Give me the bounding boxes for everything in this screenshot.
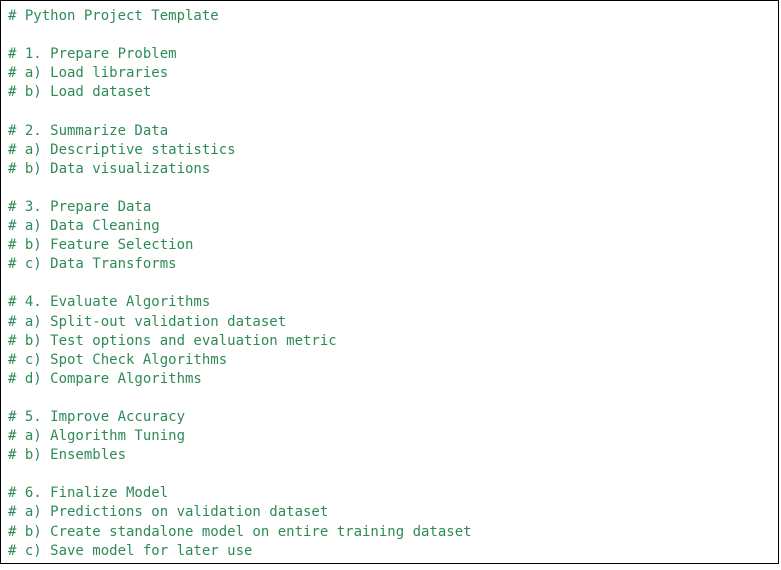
comment-line: # a) Data Cleaning (8, 218, 160, 235)
comment-line: # 2. Summarize Data (8, 122, 169, 139)
comment-line: # a) Load libraries (8, 65, 169, 82)
comment-line: # c) Save model for later use (8, 542, 253, 559)
comment-line: # b) Create standalone model on entire t… (8, 523, 472, 540)
code-listing-frame: # Python Project Template # 1. Prepare Pr… (0, 0, 779, 564)
comment-line: # b) Load dataset (8, 84, 152, 101)
comment-line: # Python Project Template (8, 8, 219, 24)
comment-line: # b) Ensembles (8, 447, 127, 464)
comment-line: # b) Data visualizations (8, 160, 211, 177)
comment-line: # c) Data Transforms (8, 256, 177, 273)
comment-line: # 1. Prepare Problem (8, 46, 177, 63)
comment-line: # 5. Improve Accuracy (8, 408, 186, 425)
comment-line: # a) Split-out validation dataset (8, 313, 287, 330)
comment-line: # d) Compare Algorithms (8, 370, 202, 387)
comment-line: # b) Feature Selection (8, 237, 194, 254)
comment-line: # a) Algorithm Tuning (8, 428, 186, 445)
comment-line: # 6. Finalize Model (8, 485, 169, 502)
code-listing: # Python Project Template # 1. Prepare Pr… (8, 7, 472, 561)
comment-line: # c) Spot Check Algorithms (8, 351, 228, 368)
comment-line: # a) Predictions on validation dataset (8, 504, 329, 521)
comment-line: # 3. Prepare Data (8, 198, 152, 215)
comment-line: # 4. Evaluate Algorithms (8, 294, 211, 311)
comment-line: # b) Test options and evaluation metric (8, 332, 337, 349)
comment-line: # a) Descriptive statistics (8, 141, 236, 158)
